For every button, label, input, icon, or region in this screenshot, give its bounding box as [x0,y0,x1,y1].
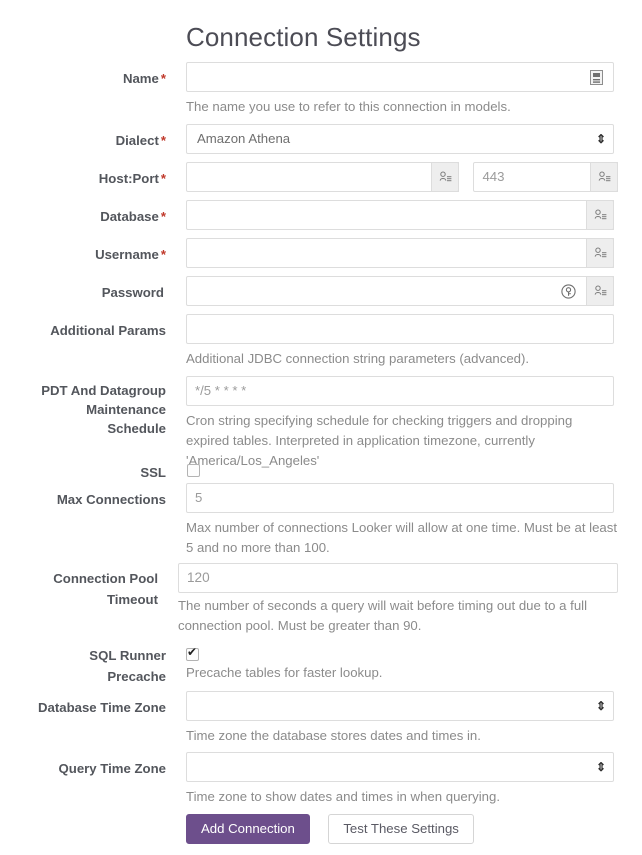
sql-runner-precache-label: SQL Runner Precache [89,648,166,684]
updown-arrow-icon: ⇕ [595,760,606,774]
name-input[interactable] [186,62,614,92]
database-time-zone-select[interactable]: ⇕ [186,691,614,721]
name-label: Name * [122,71,166,86]
username-input[interactable] [186,238,614,268]
connection-pool-timeout-input[interactable]: 120 [178,563,618,593]
query-time-zone-help-text: Time zone to show dates and times in whe… [186,789,500,804]
connection-pool-timeout-placeholder: 120 [187,570,210,585]
database-input-group [186,200,614,230]
required-asterisk: * [160,133,166,148]
id-card-icon[interactable] [588,69,605,86]
password-input[interactable] [186,276,614,306]
connection-pool-timeout-label: Connection Pool Timeout [53,571,158,607]
page-title: Connection Settings [186,22,421,52]
pdt-schedule-help-text: Cron string specifying schedule for chec… [186,413,573,468]
updown-arrow-icon: ⇕ [595,132,606,146]
password-input-group [186,276,614,306]
connection-pool-timeout-help-text: The number of seconds a query will wait … [178,598,588,633]
additional-params-help-text: Additional JDBC connection string parame… [186,351,530,366]
add-connection-button[interactable]: Add Connection [186,814,310,844]
ssl-label: SSL [140,465,166,480]
required-asterisk: * [160,247,166,262]
name-help-text: The name you use to refer to this connec… [186,99,511,114]
max-connections-placeholder: 5 [195,490,203,505]
additional-params-input[interactable] [186,314,614,344]
max-connections-help-text: Max number of connections Looker will al… [186,520,618,555]
dialect-selected-value: Amazon Athena [197,131,291,146]
pdt-schedule-input[interactable]: */5 * * * * [186,376,614,406]
password-user-list-button[interactable] [586,276,614,306]
dialect-select[interactable]: Amazon Athena ⇕ [186,124,614,154]
host-input[interactable] [186,162,459,192]
sql-runner-precache-checkbox[interactable] [186,645,199,661]
updown-arrow-icon: ⇕ [595,699,606,713]
port-user-list-button[interactable] [590,162,619,192]
pdt-schedule-label: PDT And Datagroup Maintenance Schedule [41,383,166,436]
test-these-settings-button[interactable]: Test These Settings [328,814,474,844]
port-input-group: 443 [473,162,619,192]
additional-params-label: Additional Params [50,323,166,338]
dialect-label: Dialect * [115,133,166,148]
username-input-group [186,238,614,268]
host-input-group [186,162,459,192]
query-time-zone-select[interactable]: ⇕ [186,752,614,782]
sql-runner-precache-help-text: Precache tables for faster lookup. [186,665,383,680]
max-connections-label: Max Connections [56,492,166,507]
key-circle-icon[interactable] [560,283,577,300]
required-asterisk: * [160,71,166,86]
username-label: Username * [95,247,166,262]
host-port-label: Host:Port * [98,171,166,186]
password-label: Password [101,285,164,300]
username-user-list-button[interactable] [586,238,614,268]
required-asterisk: * [160,171,166,186]
database-input[interactable] [186,200,614,230]
query-time-zone-label: Query Time Zone [58,761,166,776]
database-label: Database * [100,209,166,224]
port-input-placeholder: 443 [482,169,505,184]
ssl-checkbox[interactable] [187,464,200,477]
connection-settings-page: Connection Settings Name * The name you u… [0,0,642,855]
max-connections-input[interactable]: 5 [186,483,614,513]
host-user-list-button[interactable] [431,162,459,192]
pdt-schedule-placeholder: */5 * * * * [195,383,247,398]
required-asterisk: * [160,209,166,224]
database-time-zone-label: Database Time Zone [37,700,166,715]
database-time-zone-help-text: Time zone the database stores dates and … [186,728,481,743]
database-user-list-button[interactable] [586,200,614,230]
